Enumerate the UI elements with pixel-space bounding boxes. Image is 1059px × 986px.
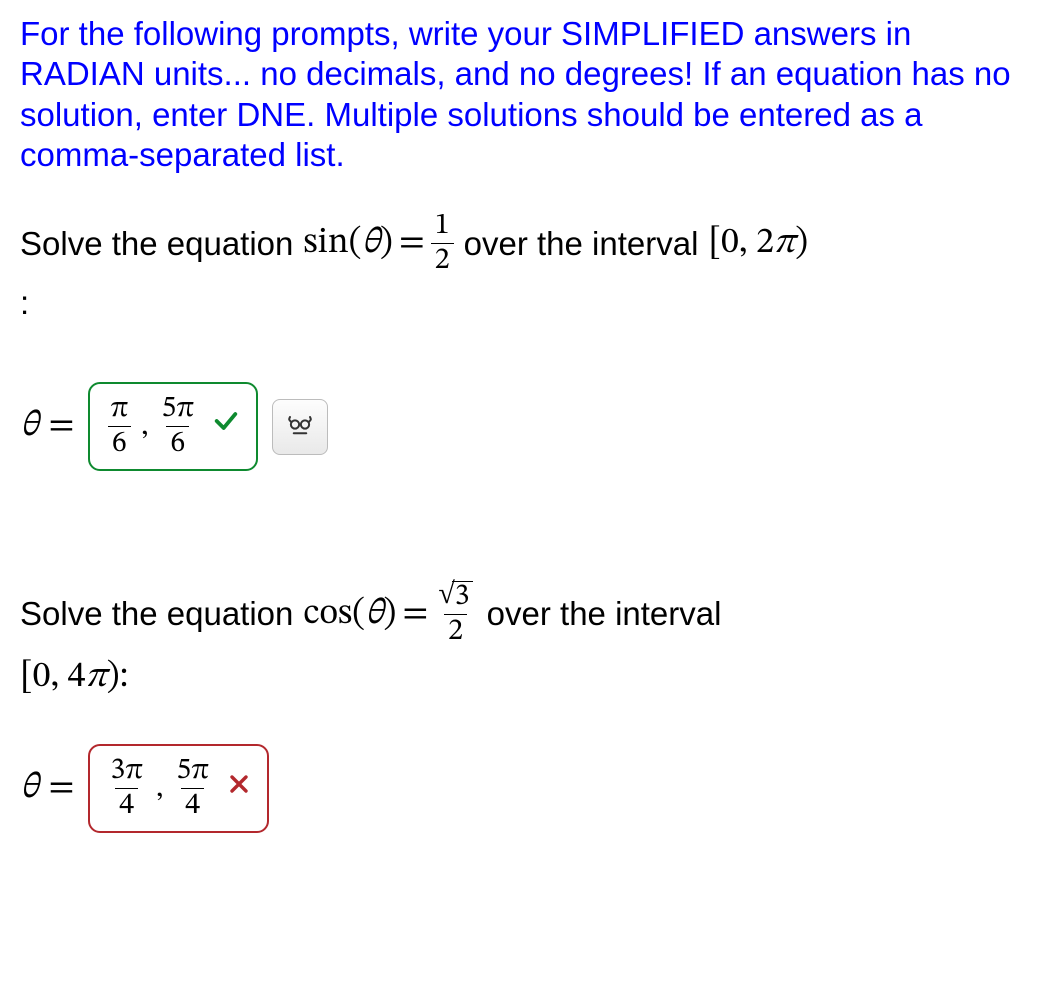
q2-eq-sign: = [402, 592, 428, 637]
q1-rhs-fraction: 1 2 [431, 211, 454, 276]
q1-rhs-den: 2 [431, 243, 454, 276]
q1-frac1-num: π [106, 394, 132, 426]
q2-radicand: 3 [452, 581, 473, 612]
sqrt: √ 3 [438, 581, 472, 612]
q2-frac1-den: 4 [115, 788, 138, 821]
q2-frac-1: 3π 4 [106, 756, 147, 821]
q1-answer-content: π 6 , 5π 6 [106, 394, 198, 459]
q2-rhs-num: √ 3 [434, 581, 476, 614]
q2-frac1-num: 3π [106, 756, 147, 788]
q2-frac-2: 5π 4 [172, 756, 213, 821]
q2-theta: θ [20, 766, 39, 811]
q2-mid: over the interval [487, 595, 722, 633]
q1-eq-sign: = [399, 221, 425, 266]
q1-interval: [0, 2π) [708, 221, 808, 266]
q1-theta: θ [20, 404, 39, 449]
q2-prefix: Solve the equation [20, 595, 293, 633]
q2-equation: cos(θ) = √ 3 2 [303, 581, 476, 647]
q2-rhs-den: 2 [444, 614, 467, 647]
q1-equation: sin(θ) = 1 2 [303, 211, 453, 276]
comma: , [153, 770, 166, 808]
q1-answer-row: θ = π 6 , 5π 6 [20, 382, 1039, 471]
q1-prefix: Solve the equation [20, 225, 293, 263]
q1-frac2-num: 5π [158, 394, 199, 426]
q2-interval-line: [0, 4π): [20, 655, 1039, 700]
q2-theta-eq-sign: = [49, 766, 75, 811]
q1-theta-equals: θ = [20, 404, 74, 449]
q2-frac2-num: 5π [172, 756, 213, 788]
q1-preview-button[interactable] [272, 399, 328, 455]
preview-icon [285, 412, 315, 442]
q1-mid: over the interval [464, 225, 699, 263]
instructions-text: For the following prompts, write your SI… [20, 14, 1039, 175]
q1-theta-eq-sign: = [49, 404, 75, 449]
q2-theta-equals: θ = [20, 766, 74, 811]
q1-frac2-den: 6 [166, 426, 189, 459]
q1-lhs: sin(θ) [303, 221, 392, 266]
q2-rhs-fraction: √ 3 2 [434, 581, 476, 647]
q1-colon: : [20, 284, 1039, 322]
comma: , [138, 408, 151, 446]
q2-answer-input[interactable]: 3π 4 , 5π 4 [88, 744, 269, 833]
q1-frac1-den: 6 [108, 426, 131, 459]
q2-answer-row: θ = 3π 4 , 5π 4 [20, 744, 1039, 833]
q2-answer-content: 3π 4 , 5π 4 [106, 756, 213, 821]
q1-frac-2: 5π 6 [158, 394, 199, 459]
q2-interval: [0, 4π): [20, 655, 128, 700]
q2-prompt: Solve the equation cos(θ) = √ 3 2 over t… [20, 581, 1039, 647]
cross-icon [227, 770, 251, 808]
q1-frac-1: π 6 [106, 394, 132, 459]
q1-answer-input[interactable]: π 6 , 5π 6 [88, 382, 258, 471]
q2-frac2-den: 4 [181, 788, 204, 821]
q2-lhs: cos(θ) [303, 592, 396, 637]
q1-rhs-num: 1 [431, 211, 454, 243]
check-icon [212, 407, 240, 447]
q1-prompt: Solve the equation sin(θ) = 1 2 over the… [20, 211, 1039, 276]
